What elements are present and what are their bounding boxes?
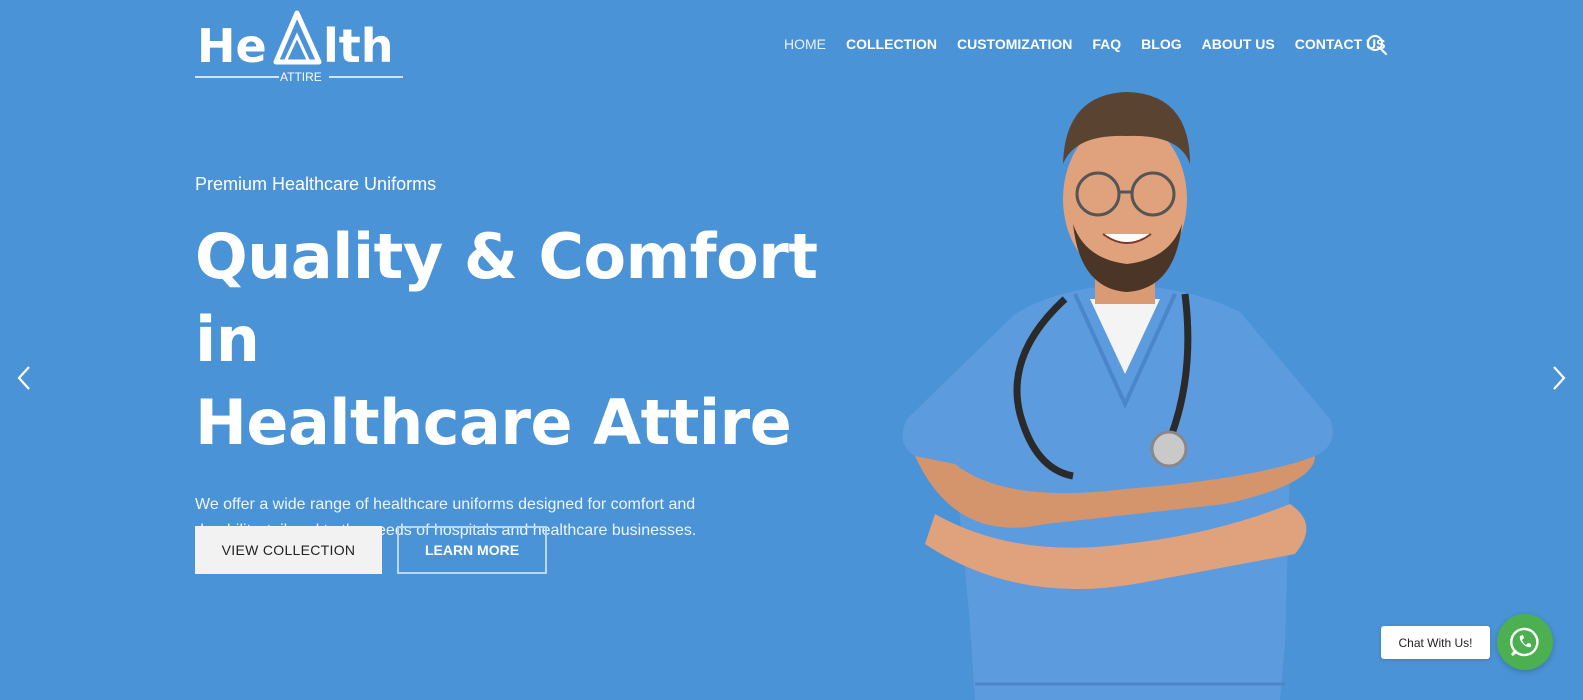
search-icon[interactable] bbox=[1366, 34, 1388, 56]
chevron-left-icon[interactable] bbox=[14, 364, 36, 392]
nav-customization[interactable]: CUSTOMIZATION bbox=[957, 36, 1072, 52]
logo-word-right: lth bbox=[323, 19, 394, 73]
hero-eyebrow: Premium Healthcare Uniforms bbox=[195, 174, 437, 194]
logo[interactable]: He lth ATTIRE bbox=[195, 10, 405, 82]
nav-faq[interactable]: FAQ bbox=[1092, 36, 1121, 52]
whatsapp-icon[interactable] bbox=[1497, 614, 1553, 670]
chevron-right-icon[interactable] bbox=[1547, 364, 1569, 392]
hero-headline-line1: Quality & Comfort in bbox=[195, 220, 818, 376]
main-nav: HOME COLLECTION CUSTOMIZATION FAQ BLOG A… bbox=[784, 36, 1405, 52]
logo-subtitle: ATTIRE bbox=[280, 70, 322, 82]
hero-headline: Quality & Comfort in Healthcare Attire bbox=[195, 215, 875, 464]
logo-word-left: He bbox=[197, 19, 267, 73]
hero-headline-line2: Healthcare Attire bbox=[195, 386, 792, 459]
nav-home[interactable]: HOME bbox=[784, 36, 826, 52]
nav-collection[interactable]: COLLECTION bbox=[846, 36, 937, 52]
learn-more-button[interactable]: LEARN MORE bbox=[397, 526, 547, 574]
nav-blog[interactable]: BLOG bbox=[1141, 36, 1181, 52]
hero-text-block: Premium Healthcare Uniforms Quality & Co… bbox=[195, 174, 875, 543]
view-collection-button[interactable]: VIEW COLLECTION bbox=[195, 526, 382, 574]
doctor-image bbox=[895, 84, 1365, 700]
nav-about-us[interactable]: ABOUT US bbox=[1202, 36, 1275, 52]
hero-buttons: VIEW COLLECTION LEARN MORE bbox=[195, 526, 547, 574]
chat-label[interactable]: Chat With Us! bbox=[1381, 626, 1490, 659]
logo-triangle-icon bbox=[273, 10, 322, 65]
